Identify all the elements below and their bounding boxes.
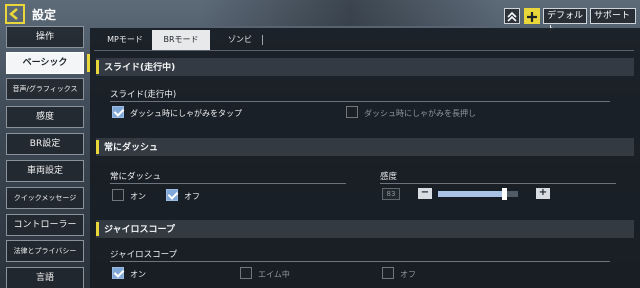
- sensitivity-value[interactable]: 83: [382, 188, 400, 200]
- divider-line: [110, 183, 346, 184]
- option-label: ダッシュ時にしゃがみをタップ: [130, 109, 242, 118]
- sidebar-item-legal-privacy[interactable]: 法律とプライバシー: [6, 240, 84, 262]
- option-label: ダッシュ時にしゃがみを長押し: [364, 109, 476, 118]
- sidebar-item-br-settings[interactable]: BR設定: [6, 133, 84, 155]
- sidebar-item-audio-graphics[interactable]: 音声/グラフィックス: [6, 78, 84, 100]
- checkbox-hold-crouch[interactable]: [346, 106, 358, 118]
- sensitivity-increase-button[interactable]: +: [536, 188, 550, 199]
- settings-sidebar: 操作 ベーシック 音声/グラフィックス 感度 BR設定 車両設定 クイックメッセ…: [6, 26, 90, 288]
- section-title: スライド(走行中): [104, 63, 176, 73]
- sensitivity-slider-knob[interactable]: [502, 188, 508, 200]
- tab-br-mode[interactable]: BRモード: [152, 30, 210, 50]
- default-button[interactable]: デフォルト: [543, 8, 587, 35]
- option-label: エイム中: [258, 270, 290, 279]
- section-accent-bar: [96, 140, 99, 154]
- option-label: オン: [130, 192, 146, 201]
- sensitivity-label: 感度: [380, 172, 398, 182]
- sidebar-item-controller[interactable]: コントローラー: [6, 214, 84, 236]
- gyro-sub-label: ジャイロスコープ: [110, 250, 178, 260]
- dash-sub-label: 常にダッシュ: [110, 172, 162, 182]
- section-header-gyroscope: ジャイロスコープ: [96, 220, 634, 238]
- tab-divider: [262, 35, 263, 45]
- back-arrow-icon: [5, 4, 25, 24]
- checkbox-tap-crouch[interactable]: [112, 106, 124, 118]
- sidebar-item-vehicle[interactable]: 車両設定: [6, 160, 84, 182]
- section-header-always-dash: 常にダッシュ: [96, 138, 634, 156]
- checkbox-gyro-aim[interactable]: [240, 267, 252, 279]
- sidebar-item-controls[interactable]: 操作: [6, 26, 84, 48]
- option-label: オフ: [184, 192, 200, 201]
- section-accent-bar: [96, 60, 99, 74]
- sidebar-item-quick-message[interactable]: クイックメッセージ: [6, 187, 84, 209]
- slide-sub-label: スライド(走行中): [110, 90, 177, 100]
- add-button[interactable]: [524, 8, 540, 24]
- divider-line: [110, 101, 610, 102]
- option-label: オン: [130, 270, 146, 279]
- divider-line: [380, 183, 616, 184]
- settings-panel: MPモード BRモード ゾンビ スライド(走行中) スライド(走行中) ダッシュ…: [90, 28, 640, 288]
- checkbox-gyro-off[interactable]: [382, 267, 394, 279]
- sensitivity-slider-fill: [438, 191, 505, 197]
- divider-line: [110, 261, 610, 262]
- checkbox-dash-off[interactable]: [166, 189, 178, 201]
- tab-zombie[interactable]: ゾンビ: [218, 30, 262, 50]
- sidebar-item-basic[interactable]: ベーシック: [6, 52, 84, 74]
- checkbox-gyro-on[interactable]: [112, 267, 124, 279]
- section-title: 常にダッシュ: [104, 143, 159, 153]
- section-accent-bar: [96, 222, 99, 236]
- sidebar-item-language[interactable]: 言語: [6, 267, 84, 288]
- section-title: ジャイロスコープ: [104, 225, 176, 235]
- back-button[interactable]: [4, 3, 26, 25]
- top-bar: 設定 デフォルト サポート: [0, 0, 640, 35]
- collapse-button[interactable]: [504, 8, 520, 24]
- plus-icon: [527, 12, 537, 22]
- checkbox-dash-on[interactable]: [112, 189, 124, 201]
- tab-underline: [94, 50, 634, 51]
- section-header-slide: スライド(走行中): [96, 58, 634, 76]
- page-title: 設定: [32, 8, 57, 22]
- sensitivity-decrease-button[interactable]: −: [418, 188, 432, 199]
- double-chevron-up-icon: [507, 11, 517, 22]
- support-button[interactable]: サポート: [590, 8, 636, 24]
- option-label: オフ: [400, 270, 416, 279]
- tab-mp-mode[interactable]: MPモード: [100, 30, 150, 50]
- background-art: [200, 0, 500, 26]
- sidebar-item-sensitivity[interactable]: 感度: [6, 106, 84, 128]
